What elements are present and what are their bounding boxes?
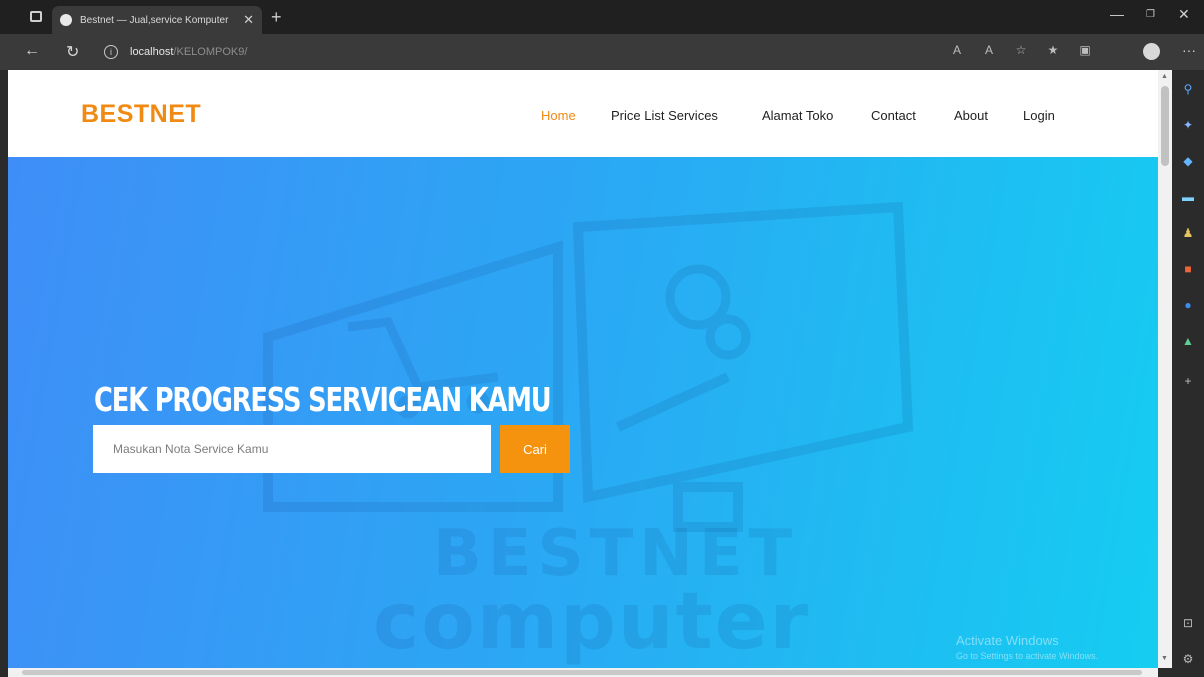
- site-logo[interactable]: BESTNET: [81, 100, 201, 129]
- games-icon[interactable]: ♟: [1181, 226, 1195, 240]
- address-toolbar: ← ↻ i localhost /KELOMPOK9/ A A ☆ ★ ▣ ··…: [0, 34, 1204, 70]
- favorites-icon[interactable]: ★: [1046, 43, 1060, 57]
- scroll-up-icon[interactable]: ▲: [1161, 73, 1168, 80]
- sidebar-settings-icon[interactable]: ⚙: [1181, 652, 1195, 666]
- horizontal-scrollbar[interactable]: [8, 668, 1158, 677]
- toolbar-icons: A A ☆ ★ ▣: [950, 43, 1092, 57]
- nav-login[interactable]: Login: [1023, 108, 1055, 123]
- favicon-icon: [60, 14, 72, 26]
- activate-windows-title: Activate Windows: [956, 633, 1059, 648]
- tab-close-icon[interactable]: ✕: [243, 12, 254, 28]
- activate-windows-subtitle: Go to Settings to activate Windows.: [956, 651, 1099, 661]
- add-sidebar-icon[interactable]: +: [1181, 374, 1195, 388]
- url-path: /KELOMPOK9/: [173, 46, 248, 58]
- edge-sidebar: ⚲ ✦ ◆ ▬ ♟ ■ ● ▲ + ⊡ ⚙: [1172, 70, 1204, 677]
- more-menu-icon[interactable]: ···: [1182, 42, 1196, 58]
- nav-about[interactable]: About: [954, 108, 988, 123]
- nav-alamat-toko[interactable]: Alamat Toko: [762, 108, 833, 123]
- title-bar: Bestnet — Jual,service Komputer ✕ + — ❐ …: [0, 0, 1204, 34]
- read-aloud-icon[interactable]: A: [950, 43, 964, 57]
- browser-window: Bestnet — Jual,service Komputer ✕ + — ❐ …: [0, 0, 1204, 677]
- site-info-icon[interactable]: i: [104, 45, 118, 59]
- back-arrow-icon[interactable]: ←: [24, 42, 40, 60]
- profile-avatar[interactable]: [1143, 43, 1160, 60]
- address-bar[interactable]: i localhost /KELOMPOK9/: [104, 40, 934, 64]
- watermark-computer: computer: [373, 577, 811, 667]
- drop-icon[interactable]: ▲: [1181, 334, 1195, 348]
- nav-home[interactable]: Home: [541, 108, 576, 123]
- restore-icon[interactable]: ❐: [1146, 9, 1155, 20]
- nav-price-list-services[interactable]: Price List Services: [611, 108, 718, 123]
- refresh-icon[interactable]: ↻: [66, 42, 79, 62]
- hero-title: CEK PROGRESS SERVICEAN KAMU: [94, 380, 552, 419]
- outlook-icon[interactable]: ●: [1181, 298, 1195, 312]
- computer-monitor-illustration: [263, 201, 914, 532]
- new-tab-button[interactable]: +: [271, 7, 282, 28]
- window-menu-icon[interactable]: [30, 11, 42, 22]
- tools-icon[interactable]: ▬: [1181, 190, 1195, 204]
- copilot-icon[interactable]: ✦: [1181, 118, 1195, 132]
- vertical-scrollbar[interactable]: ▲ ▼: [1158, 70, 1172, 668]
- hero-section: BESTNET computer CEK PROGRESS SERVICEAN …: [8, 157, 1158, 668]
- page-viewport: BESTNET Home Price List Services Alamat …: [8, 70, 1158, 668]
- site-header: BESTNET Home Price List Services Alamat …: [8, 70, 1158, 157]
- url-host: localhost: [130, 46, 174, 58]
- nav-contact[interactable]: Contact: [871, 108, 916, 123]
- sidebar-layout-icon[interactable]: ⊡: [1181, 616, 1195, 630]
- scrollbar-thumb[interactable]: [1161, 86, 1169, 166]
- shopping-icon[interactable]: ◆: [1181, 154, 1195, 168]
- nota-search-input[interactable]: [93, 425, 491, 473]
- scroll-down-icon[interactable]: ▼: [1161, 655, 1168, 662]
- office-icon[interactable]: ■: [1181, 262, 1195, 276]
- browser-tab[interactable]: Bestnet — Jual,service Komputer ✕: [52, 6, 262, 34]
- favorite-star-icon[interactable]: ☆: [1014, 43, 1028, 57]
- collections-icon[interactable]: ▣: [1078, 43, 1092, 57]
- tab-title: Bestnet — Jual,service Komputer: [80, 14, 229, 26]
- search-button[interactable]: Cari: [500, 425, 570, 473]
- close-window-icon[interactable]: ✕: [1178, 6, 1190, 23]
- text-size-icon[interactable]: A: [982, 43, 996, 57]
- search-icon[interactable]: ⚲: [1181, 82, 1195, 96]
- minimize-icon[interactable]: —: [1110, 6, 1124, 22]
- horizontal-scrollbar-thumb[interactable]: [22, 670, 1142, 675]
